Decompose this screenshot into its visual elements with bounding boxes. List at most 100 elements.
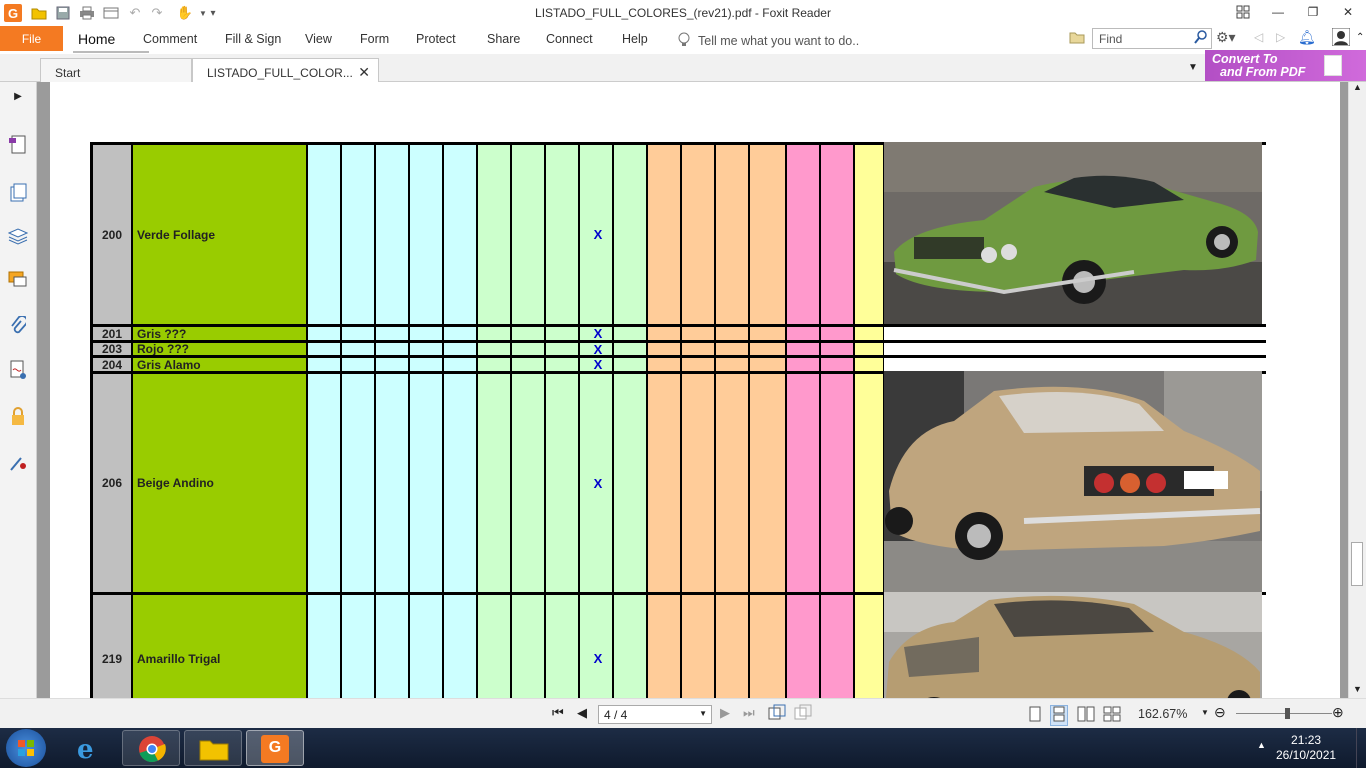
document-viewport[interactable]: 200 Verde Follage X 201 Gris ??? X 203 Rojo ???… [37,82,1348,698]
status-bar: ⏮ ◀ 4 / 4 ▼ ▶ ⏭ 162.67% ▼ ⊖ ⊕ [0,698,1366,728]
color-column-cell [410,358,444,371]
page-number-value: 4 / 4 [604,708,628,722]
folder-search-icon[interactable] [1069,30,1085,47]
attachments-icon[interactable] [8,316,28,336]
color-column-cell [855,358,885,371]
tab-home[interactable]: Home [78,31,115,47]
security-lock-icon[interactable] [8,406,28,426]
next-page-icon[interactable]: ▶ [720,705,730,721]
page-dropdown-icon[interactable]: ▼ [699,709,707,718]
show-hidden-icons-icon[interactable]: ▲ [1257,740,1266,750]
color-column-cell [308,595,342,698]
expand-panel-icon[interactable]: ▶ [8,86,28,106]
gear-icon[interactable]: ⚙▾ [1216,29,1236,46]
car-photo [884,371,1262,592]
comments-icon[interactable] [8,270,28,290]
internet-explorer-icon[interactable]: e [62,730,120,766]
tools-user-icon[interactable] [8,452,28,472]
color-name: Amarillo Trigal [133,595,308,698]
color-code: 200 [90,145,133,324]
color-column-cell [821,595,855,698]
color-column-cell [821,145,855,324]
zoom-level[interactable]: 162.67% [1138,707,1187,721]
next-view-icon[interactable] [794,704,812,725]
previous-page-icon[interactable]: ◀ [577,705,587,721]
zoom-in-icon[interactable]: ⊕ [1332,704,1344,721]
page-number-input[interactable]: 4 / 4 ▼ [598,705,712,724]
vertical-scrollbar[interactable]: ▲ ▼ [1348,82,1366,698]
file-explorer-icon[interactable] [184,730,242,766]
color-column-cell [444,595,478,698]
last-page-icon[interactable]: ⏭ [743,705,755,721]
show-desktop-button[interactable] [1356,728,1366,768]
clock-time: 21:23 [1291,733,1322,747]
zoom-out-icon[interactable]: ⊖ [1214,704,1226,721]
tab-start[interactable]: Start [40,58,192,82]
scroll-thumb[interactable] [1351,542,1363,586]
tab-help[interactable]: Help [622,32,648,46]
color-column-cell [716,145,750,324]
color-name: Gris ??? [133,327,308,341]
color-column-cell [478,595,512,698]
minimize-button[interactable]: — [1261,2,1295,22]
color-column-cell [750,595,787,698]
restore-button[interactable]: ❐ [1296,2,1330,22]
tab-share[interactable]: Share [487,32,520,46]
previous-result-icon[interactable]: ◁ [1254,30,1263,44]
close-tab-icon[interactable]: ✕ [358,64,370,81]
foxit-reader-taskbar-icon[interactable]: G [246,730,304,766]
bell-icon[interactable]: 🔔︎ [1298,29,1316,46]
previous-view-icon[interactable] [768,704,786,725]
pages-icon[interactable] [8,134,28,154]
color-code: 204 [90,358,133,372]
convert-line2: and From PDF [1220,65,1306,79]
search-icon[interactable] [1194,30,1208,47]
tab-comment[interactable]: Comment [143,32,197,46]
single-page-icon[interactable] [1028,706,1042,725]
system-clock[interactable]: 21:23 26/10/2021 [1276,733,1336,763]
empty-photo-cell [884,355,1262,371]
facing-pages-icon[interactable] [1077,706,1095,725]
color-column-cell [410,145,444,324]
tab-view[interactable]: View [305,32,332,46]
color-column-cell [855,327,885,340]
color-column-cell [376,374,410,592]
color-column-cell [787,358,821,371]
close-button[interactable]: ✕ [1331,2,1365,22]
user-icon[interactable] [1331,27,1351,49]
tab-fill-sign[interactable]: Fill & Sign [225,32,281,46]
scroll-down-icon[interactable]: ▼ [1353,684,1362,694]
tab-protect[interactable]: Protect [416,32,456,46]
color-column-cell [716,327,750,340]
ribbon-display-icon[interactable] [1226,2,1260,22]
tab-list-dropdown-icon[interactable]: ▼ [1188,62,1198,73]
continuous-page-icon[interactable] [1050,705,1068,726]
color-column-cell [308,343,342,355]
zoom-slider-thumb[interactable] [1285,708,1290,719]
color-column-cell [614,327,648,340]
first-page-icon[interactable]: ⏮ [552,705,564,721]
zoom-dropdown-icon[interactable]: ▼ [1201,708,1209,717]
tab-connect[interactable]: Connect [546,32,593,46]
tab-document[interactable]: LISTADO_FULL_COLOR... ✕ [192,58,379,82]
chrome-icon[interactable] [122,730,180,766]
convert-pdf-banner[interactable]: Convert To and From PDF [1205,50,1366,81]
x-mark: X [593,475,603,491]
color-column-cell [444,327,478,340]
file-menu[interactable]: File [0,26,63,51]
tell-me-search[interactable]: Tell me what you want to do.. [678,32,859,50]
clock-date: 26/10/2021 [1276,748,1337,762]
color-column-cell [308,358,342,371]
collapse-ribbon-icon[interactable]: ⌃ [1356,32,1364,43]
signatures-icon[interactable] [8,360,28,380]
scroll-up-icon[interactable]: ▲ [1353,82,1362,92]
layers-icon[interactable] [8,226,28,246]
zoom-slider-track[interactable] [1236,713,1332,714]
continuous-facing-icon[interactable] [1103,706,1121,725]
next-result-icon[interactable]: ▷ [1276,30,1285,44]
thumbnails-icon[interactable] [8,182,28,202]
color-column-cell [342,327,376,340]
start-button[interactable] [6,729,46,767]
tab-form[interactable]: Form [360,32,389,46]
color-column-cell [716,595,750,698]
